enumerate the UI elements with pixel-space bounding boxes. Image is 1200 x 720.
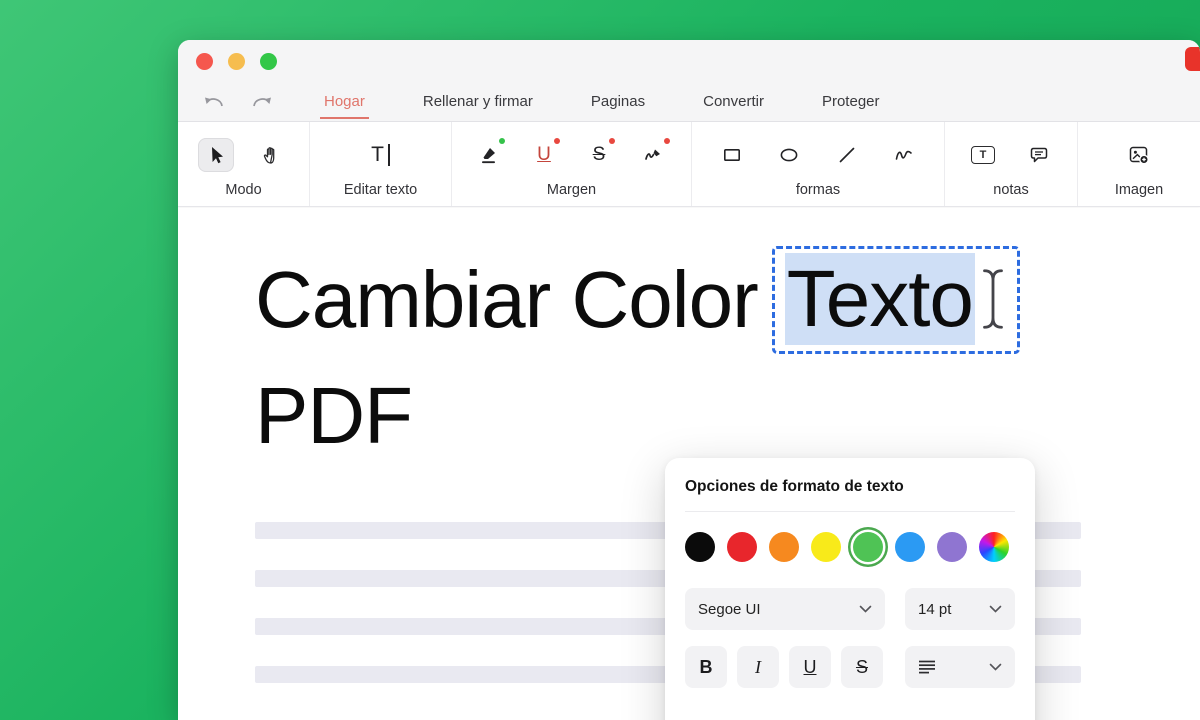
minimize-window-button[interactable] [228,53,245,70]
align-justify-icon [918,660,936,674]
strikethrough-style-button[interactable]: S [841,646,883,688]
color-swatch-green-selected[interactable] [853,532,883,562]
highlight-color-dot [499,138,505,144]
group-label-editar-texto: Editar texto [344,182,417,198]
tab-paginas[interactable]: Paginas [587,84,649,119]
zoom-window-button[interactable] [260,53,277,70]
line-shape-button[interactable] [829,138,865,172]
toolbar-group-formas: formas [692,122,945,206]
toolbar-group-imagen: Imagen [1078,122,1200,206]
document-canvas: Cambiar Color Texto PDF Opciones de form… [178,208,1200,720]
color-swatch-orange[interactable] [769,532,799,562]
image-add-icon [1128,144,1150,166]
text-box-button[interactable]: T [965,138,1001,172]
tab-proteger[interactable]: Proteger [818,84,884,119]
edit-text-button[interactable]: T [363,138,399,172]
underline-style-button[interactable]: U [789,646,831,688]
bold-button[interactable]: B [685,646,727,688]
group-label-notas: notas [993,182,1028,198]
text-cursor-icon [977,261,1009,337]
marker-button[interactable] [636,138,672,172]
signature-marker-icon [644,145,664,165]
select-tool-button[interactable] [198,138,234,172]
chevron-down-icon [989,605,1002,613]
ellipse-icon [779,145,799,165]
marker-color-dot [664,138,670,144]
ellipse-shape-button[interactable] [771,138,807,172]
title-bar [178,40,1200,82]
ribbon-tab-bar: Hogar Rellenar y firmar Paginas Converti… [178,82,1200,122]
underline-icon: U [537,144,551,166]
tab-hogar[interactable]: Hogar [320,84,369,119]
highlighter-icon [479,145,499,165]
group-label-formas: formas [796,182,840,198]
comment-button[interactable] [1021,138,1057,172]
alignment-dropdown[interactable] [905,646,1015,688]
underline-button[interactable]: U [526,138,562,172]
cursor-icon [206,145,226,165]
tab-convertir[interactable]: Convertir [699,84,768,119]
toolbar: Modo T Editar texto U [178,122,1200,207]
comment-icon [1029,145,1049,165]
color-swatch-red[interactable] [727,532,757,562]
font-family-value: Segoe UI [698,601,761,618]
color-swatch-purple[interactable] [937,532,967,562]
chevron-down-icon [989,663,1002,671]
undo-icon [202,94,226,109]
font-size-dropdown[interactable]: 14 pt [905,588,1015,630]
italic-button[interactable]: I [737,646,779,688]
text-box-icon: T [971,146,995,164]
corner-badge [1185,47,1200,71]
strikethrough-button[interactable]: S [581,138,617,172]
font-family-dropdown[interactable]: Segoe UI [685,588,885,630]
chevron-down-icon [859,605,872,613]
redo-button[interactable] [250,94,274,109]
close-window-button[interactable] [196,53,213,70]
strikethrough-color-dot [609,138,615,144]
color-swatch-blue[interactable] [895,532,925,562]
underline-color-dot [554,138,560,144]
pdf-editor-window: Hogar Rellenar y firmar Paginas Converti… [178,40,1200,720]
text-format-popup: Opciones de formato de texto Segoe UI [665,458,1035,720]
highlight-button[interactable] [471,138,507,172]
document-heading: Cambiar Color Texto PDF [255,246,1020,462]
color-swatch-yellow[interactable] [811,532,841,562]
font-size-value: 14 pt [918,601,951,618]
color-swatches [685,532,1015,562]
group-label-modo: Modo [225,182,261,198]
line-icon [837,145,857,165]
heading-text-before: Cambiar Color [255,254,758,346]
insert-image-button[interactable] [1121,138,1157,172]
hand-icon [262,145,282,165]
hand-tool-button[interactable] [254,138,290,172]
popup-title: Opciones de formato de texto [685,478,1015,496]
undo-button[interactable] [202,94,226,109]
toolbar-group-margen: U S Margen [452,122,692,206]
scribble-icon [894,145,914,165]
edit-text-icon: T [371,143,390,167]
group-label-margen: Margen [547,182,596,198]
color-swatch-black[interactable] [685,532,715,562]
tabs: Hogar Rellenar y firmar Paginas Converti… [320,82,884,121]
group-label-imagen: Imagen [1115,182,1163,198]
rectangle-shape-button[interactable] [714,138,750,172]
color-swatch-custom-wheel[interactable] [979,532,1009,562]
text-selection-box[interactable]: Texto [772,246,1020,354]
toolbar-group-modo: Modo [178,122,310,206]
freehand-shape-button[interactable] [886,138,922,172]
rectangle-icon [722,145,742,165]
redo-icon [250,94,274,109]
toolbar-group-notas: T notas [945,122,1078,206]
toolbar-group-editar-texto: T Editar texto [310,122,452,206]
tab-rellenar-y-firmar[interactable]: Rellenar y firmar [419,84,537,119]
popup-divider [685,511,1015,512]
strikethrough-icon: S [593,144,606,166]
selected-text[interactable]: Texto [785,253,975,345]
heading-text-after: PDF [255,370,1020,462]
